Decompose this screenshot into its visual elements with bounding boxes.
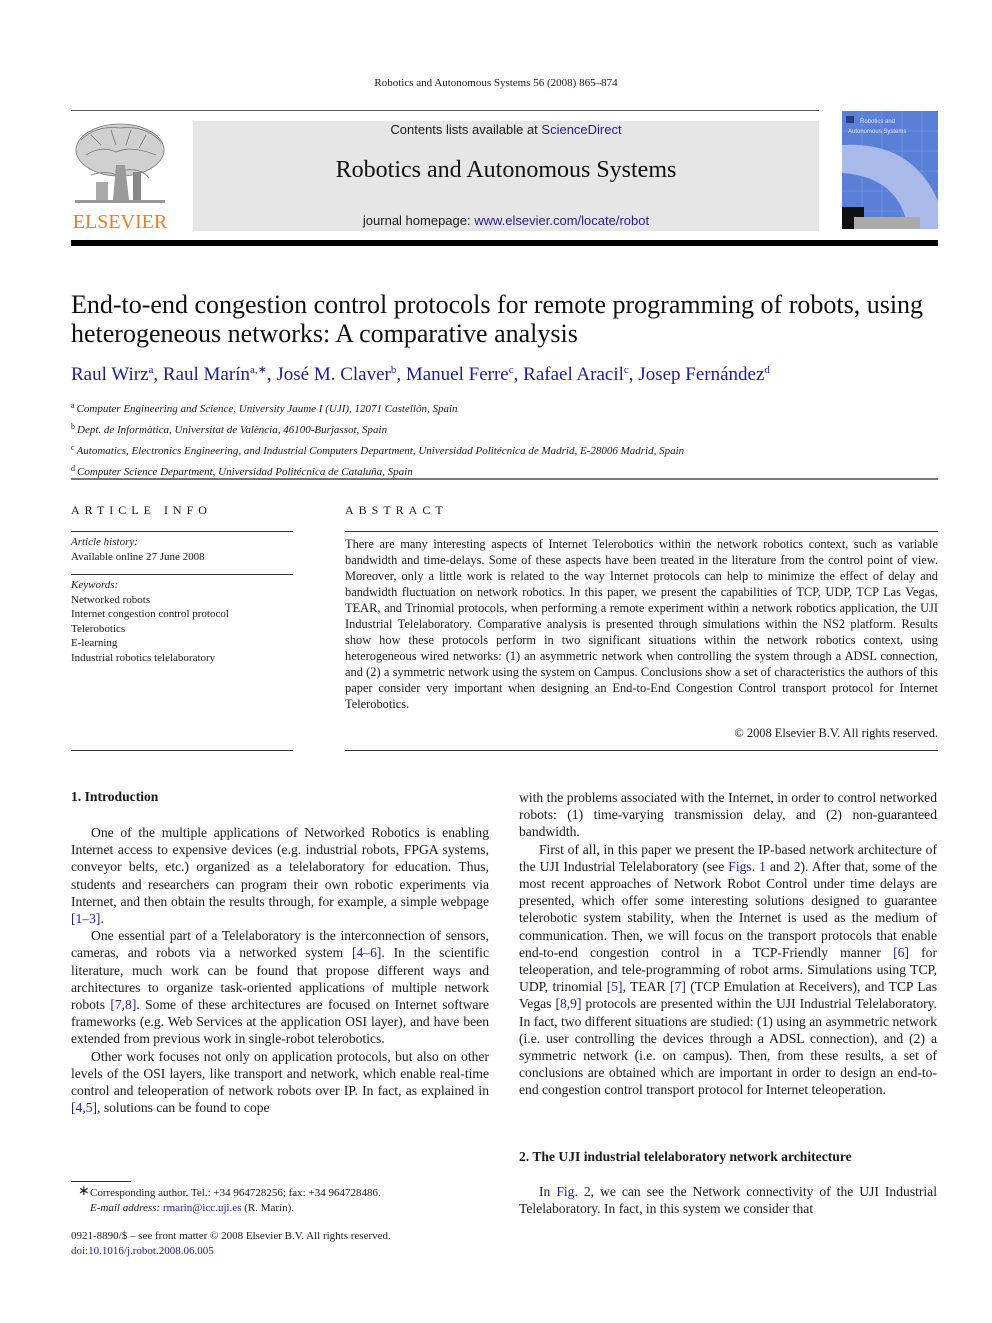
citation-link[interactable]: [8,9] xyxy=(555,996,581,1011)
doi-link[interactable]: doi:10.1016/j.robot.2008.06.005 xyxy=(71,1245,214,1257)
abstract-text: There are many interesting aspects of In… xyxy=(345,537,938,711)
affiliation-item: b Dept. de Informàtica, Universitat de Va… xyxy=(71,422,388,436)
email-line: E-mail address: rmarin@icc.uji.es (R. Ma… xyxy=(90,1202,295,1214)
body-column-right: with the problems associated with the In… xyxy=(519,789,937,1099)
citation-link[interactable]: [4,5] xyxy=(71,1100,97,1115)
author-link[interactable]: Manuel Ferrec xyxy=(406,364,514,385)
figure-link[interactable]: Figs. 1 xyxy=(728,859,766,874)
keywords: Keywords: Networked robots Internet cong… xyxy=(71,578,229,665)
author-link[interactable]: José M. Claverb xyxy=(276,364,396,385)
cover-title-line2: Autonomous Systems xyxy=(848,129,906,135)
issn-block: 0921-8890/$ – see front matter © 2008 El… xyxy=(71,1229,391,1259)
corresponding-author-line: Corresponding author. Tel.: +34 96472825… xyxy=(90,1187,381,1199)
article-title: End-to-end congestion control protocols … xyxy=(71,290,924,348)
affiliation-item: a Computer Engineering and Science, Unive… xyxy=(71,401,458,415)
divider xyxy=(345,750,938,751)
email-link[interactable]: rmarin@icc.uji.es xyxy=(163,1202,242,1214)
homepage-prefix: journal homepage: xyxy=(362,213,475,228)
journal-homepage-link[interactable]: www.elsevier.com/locate/robot xyxy=(474,213,649,228)
citation-link[interactable]: [5] xyxy=(607,979,623,994)
figure-link[interactable]: Fig. 2 xyxy=(556,1184,590,1199)
section-heading: 2. The UJI industrial telelaboratory net… xyxy=(519,1149,852,1164)
author-link[interactable]: Raul Wirza xyxy=(71,364,153,385)
running-head: Robotics and Autonomous Systems 56 (2008… xyxy=(374,77,618,89)
citation-link[interactable]: [4–6] xyxy=(352,945,381,960)
author-link[interactable]: Josep Fernándezd xyxy=(638,364,770,385)
issn-line: 0921-8890/$ – see front matter © 2008 El… xyxy=(71,1230,391,1242)
abstract-heading: ABSTRACT xyxy=(345,503,448,517)
elsevier-logo[interactable]: ELSEVIER xyxy=(71,120,169,233)
keyword-item: Telerobotics xyxy=(71,622,126,635)
citation-link[interactable]: [1–3] xyxy=(71,911,100,926)
cover-title-line1: Robotics and xyxy=(860,119,895,125)
author-list: Raul Wirza, Raul Marína,∗, José M. Clave… xyxy=(71,364,770,385)
author-link[interactable]: Raul Marína,∗ xyxy=(163,364,267,385)
body-column-left: One of the multiple applications of Netw… xyxy=(71,824,489,1116)
keyword-item: Industrial robotics telelaboratory xyxy=(71,651,216,664)
homepage-line: journal homepage: www.elsevier.com/locat… xyxy=(193,213,819,228)
keyword-item: E-learning xyxy=(71,637,118,649)
section-divider xyxy=(71,478,938,480)
paragraph: with the problems associated with the In… xyxy=(519,790,937,840)
abstract-copyright: © 2008 Elsevier B.V. All rights reserved… xyxy=(734,726,938,740)
elsevier-wordmark: ELSEVIER xyxy=(73,211,168,232)
affiliation-item: c Automatics, Electronics Engineering, an… xyxy=(71,443,685,457)
article-info-heading: ARTICLE INFO xyxy=(71,503,212,517)
contents-prefix: Contents lists available at xyxy=(390,122,542,137)
divider xyxy=(345,531,938,532)
contents-line: Contents lists available at ScienceDirec… xyxy=(193,122,819,137)
divider xyxy=(71,531,293,532)
citation-link[interactable]: [7,8] xyxy=(110,997,136,1012)
keyword-item: Networked robots xyxy=(71,593,151,606)
journal-name: Robotics and Autonomous Systems xyxy=(335,157,677,183)
paragraph: First of all, in this paper we present t… xyxy=(519,841,938,1098)
section-heading: 1. Introduction xyxy=(71,789,159,804)
journal-cover-thumbnail[interactable]: Robotics and Autonomous Systems xyxy=(842,111,938,229)
history-label: Article history: xyxy=(71,536,138,548)
journal-cover-image: Robotics and Autonomous Systems xyxy=(842,111,938,229)
paragraph: In Fig. 2, we can see the Network connec… xyxy=(519,1184,937,1217)
divider xyxy=(71,574,293,575)
top-rule xyxy=(71,110,819,111)
header-thick-rule xyxy=(71,240,938,246)
article-history: Article history: Available online 27 Jun… xyxy=(71,535,205,565)
body-column-right-continued: In Fig. 2, we can see the Network connec… xyxy=(519,1183,937,1217)
paragraph: One essential part of a Telelaboratory i… xyxy=(71,928,489,1047)
footnote-rule xyxy=(71,1181,131,1182)
footnote-marker: ∗ xyxy=(78,1184,90,1199)
citation-link[interactable]: [7] xyxy=(670,979,686,994)
keyword-item: Internet congestion control protocol xyxy=(71,608,229,620)
elsevier-tree-icon: ELSEVIER xyxy=(71,120,169,233)
sciencedirect-link[interactable]: ScienceDirect xyxy=(541,122,621,137)
divider xyxy=(71,750,293,751)
author-link[interactable]: Rafael Aracilc xyxy=(523,364,629,385)
paragraph: Other work focuses not only on applicati… xyxy=(71,1048,489,1116)
citation-link[interactable]: [6] xyxy=(893,945,909,960)
affiliation-list: a Computer Engineering and Science, Unive… xyxy=(71,397,931,481)
footnote: ∗ Corresponding author. Tel.: +34 964728… xyxy=(78,1184,381,1216)
keywords-label: Keywords: xyxy=(71,579,119,591)
journal-banner: Contents lists available at ScienceDirec… xyxy=(193,121,819,231)
history-value: Available online 27 June 2008 xyxy=(71,551,205,563)
paragraph: One of the multiple applications of Netw… xyxy=(71,825,489,927)
